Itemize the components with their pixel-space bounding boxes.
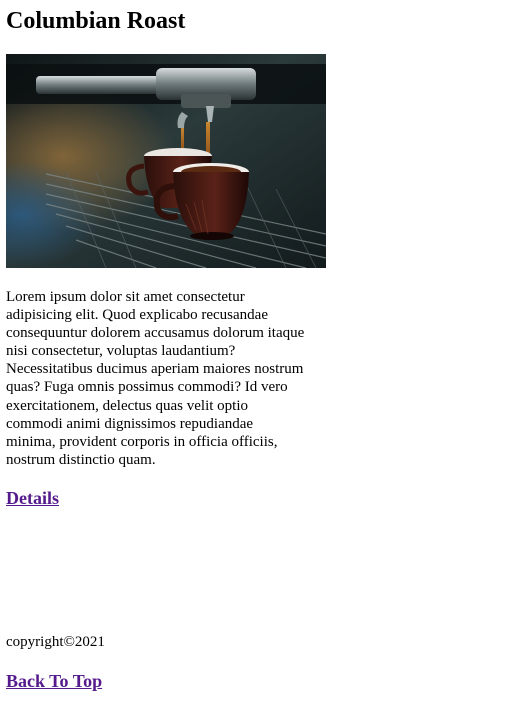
details-link[interactable]: Details <box>6 487 59 509</box>
copyright-text: copyright©2021 <box>6 634 105 650</box>
back-to-top-link[interactable]: Back To Top <box>6 670 102 692</box>
hero-image <box>6 54 326 268</box>
description-paragraph: Lorem ipsum dolor sit amet consectetur a… <box>6 289 305 468</box>
page-title: Columbian Roast <box>6 8 186 34</box>
